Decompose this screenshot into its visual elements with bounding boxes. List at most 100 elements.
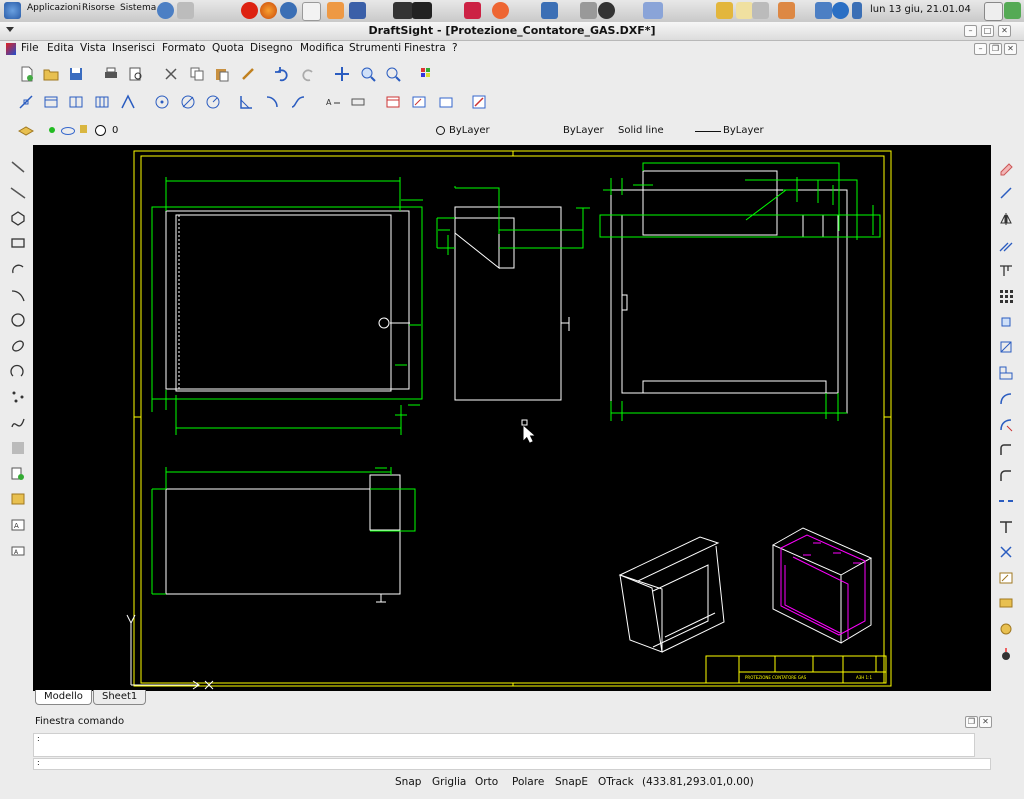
zoom-window-icon[interactable] [385, 66, 401, 82]
doc-close-button[interactable]: ✕ [1004, 43, 1017, 55]
command-history[interactable]: : [33, 733, 975, 757]
reference-icon[interactable] [998, 646, 1014, 662]
snap-tangent-icon[interactable] [180, 94, 196, 110]
trim-icon[interactable] [998, 417, 1014, 433]
point-icon[interactable] [10, 389, 26, 405]
command-window-float-button[interactable]: ❐ [965, 716, 978, 728]
print-icon[interactable] [103, 66, 119, 82]
hatch-icon[interactable] [411, 94, 427, 110]
edit-block-icon[interactable] [998, 621, 1014, 637]
edit-hatch-icon[interactable] [998, 570, 1014, 586]
text-editor-icon[interactable] [302, 2, 321, 21]
open-icon[interactable] [43, 66, 59, 82]
menu-tools[interactable]: Strumenti [349, 42, 401, 54]
polygon-icon[interactable] [10, 210, 26, 226]
window-minimize-button[interactable]: – [964, 25, 977, 37]
status-grid[interactable]: Griglia [432, 776, 466, 788]
menu-draw[interactable]: Disegno [250, 42, 293, 54]
entity-tracking-icon[interactable] [120, 94, 136, 110]
office-icon[interactable] [327, 2, 344, 19]
ellipse-arc-icon[interactable] [10, 363, 26, 379]
snap-arc-icon[interactable] [264, 94, 280, 110]
terminal-icon[interactable] [393, 2, 413, 19]
snap-spline-icon[interactable] [290, 94, 306, 110]
tools-icon[interactable] [778, 2, 795, 19]
match-properties-icon[interactable] [240, 66, 256, 82]
cut-icon[interactable] [163, 66, 179, 82]
ortho-icon[interactable] [68, 94, 84, 110]
doc-restore-button[interactable]: ❐ [989, 43, 1002, 55]
tab-sheet1[interactable]: Sheet1 [93, 690, 147, 705]
menu-help[interactable]: ? [452, 42, 458, 54]
line-icon[interactable] [10, 159, 26, 175]
bluetooth-app-icon[interactable] [541, 2, 558, 19]
offset-icon[interactable] [998, 237, 1014, 253]
thunderbird-icon[interactable] [280, 2, 297, 19]
snap-perpendicular-icon[interactable] [238, 94, 254, 110]
zoom-icon[interactable] [360, 66, 376, 82]
chamfer-icon[interactable] [998, 519, 1014, 535]
save-icon[interactable] [68, 66, 84, 82]
distro-logo-icon[interactable] [4, 2, 21, 19]
doc-minimize-button[interactable]: – [974, 43, 987, 55]
edit-polyline-icon[interactable] [998, 595, 1014, 611]
window-close-button[interactable]: ✕ [998, 25, 1011, 37]
arc-icon[interactable] [10, 261, 26, 277]
pattern-icon[interactable] [998, 263, 1014, 279]
print-preview-icon[interactable] [128, 66, 144, 82]
hatch-fill-icon[interactable] [10, 440, 26, 456]
accessibility-icon[interactable] [984, 2, 1003, 21]
burner-icon[interactable] [492, 2, 509, 19]
command-input[interactable]: : [33, 758, 991, 770]
paste-icon[interactable] [214, 66, 230, 82]
menu-file[interactable]: File [21, 42, 39, 54]
wine-icon[interactable] [580, 2, 597, 19]
infinite-line-icon[interactable] [10, 185, 26, 201]
menu-dimension[interactable]: Quota [212, 42, 244, 54]
entity-snap-icon[interactable] [18, 94, 34, 110]
mail-icon[interactable] [736, 2, 753, 19]
layer-on-icon[interactable] [49, 127, 55, 133]
drawing-canvas[interactable]: PROTEZIONE CONTATORE GAS A3H 1:1 [33, 145, 991, 691]
printer-icon[interactable] [752, 2, 769, 19]
rectangle-icon[interactable] [10, 235, 26, 251]
command-window-close-button[interactable]: ✕ [979, 716, 992, 728]
hp-icon[interactable] [832, 2, 849, 19]
color-dropdown[interactable]: ByLayer [449, 125, 490, 136]
redo-icon[interactable] [300, 66, 316, 82]
workspace-icon[interactable] [643, 2, 663, 19]
disc-icon[interactable] [598, 2, 615, 19]
fillet-icon[interactable] [998, 468, 1014, 484]
folder-icon[interactable] [716, 2, 733, 19]
menu-edit[interactable]: Edita [47, 42, 74, 54]
layer-name[interactable]: 0 [112, 125, 118, 136]
status-esnap[interactable]: SnapE [555, 776, 588, 788]
firefox-icon[interactable] [260, 2, 277, 19]
bluetooth-icon[interactable] [852, 2, 862, 19]
panel-menu-applications[interactable]: Applicazioni [27, 3, 81, 13]
new-icon[interactable] [19, 66, 35, 82]
grid-icon[interactable] [43, 94, 59, 110]
arc-3point-icon[interactable] [10, 287, 26, 303]
layer-state-icon[interactable] [18, 122, 34, 138]
status-snap[interactable]: Snap [395, 776, 421, 788]
copy-entity-icon[interactable] [998, 185, 1014, 201]
network-icon[interactable] [815, 2, 832, 19]
undo-icon[interactable] [274, 66, 290, 82]
drawing-svg[interactable]: PROTEZIONE CONTATORE GAS A3H 1:1 [33, 145, 991, 691]
sync-icon[interactable] [464, 2, 481, 19]
layer-manager-icon[interactable] [420, 66, 436, 82]
table-icon[interactable] [385, 94, 401, 110]
note-icon[interactable]: A [10, 517, 26, 533]
image-editor-icon[interactable] [349, 2, 366, 19]
menu-insert[interactable]: Inserisci [112, 42, 155, 54]
extend-icon[interactable] [998, 442, 1014, 458]
menu-format[interactable]: Formato [162, 42, 205, 54]
tab-model[interactable]: Modello [35, 690, 92, 705]
panel-menu-system[interactable]: Sistema [120, 3, 156, 13]
array-icon[interactable] [998, 288, 1014, 304]
move-icon[interactable] [998, 314, 1014, 330]
spline-icon[interactable] [10, 415, 26, 431]
status-polar[interactable]: Polare [512, 776, 544, 788]
rotate-icon[interactable] [998, 339, 1014, 355]
